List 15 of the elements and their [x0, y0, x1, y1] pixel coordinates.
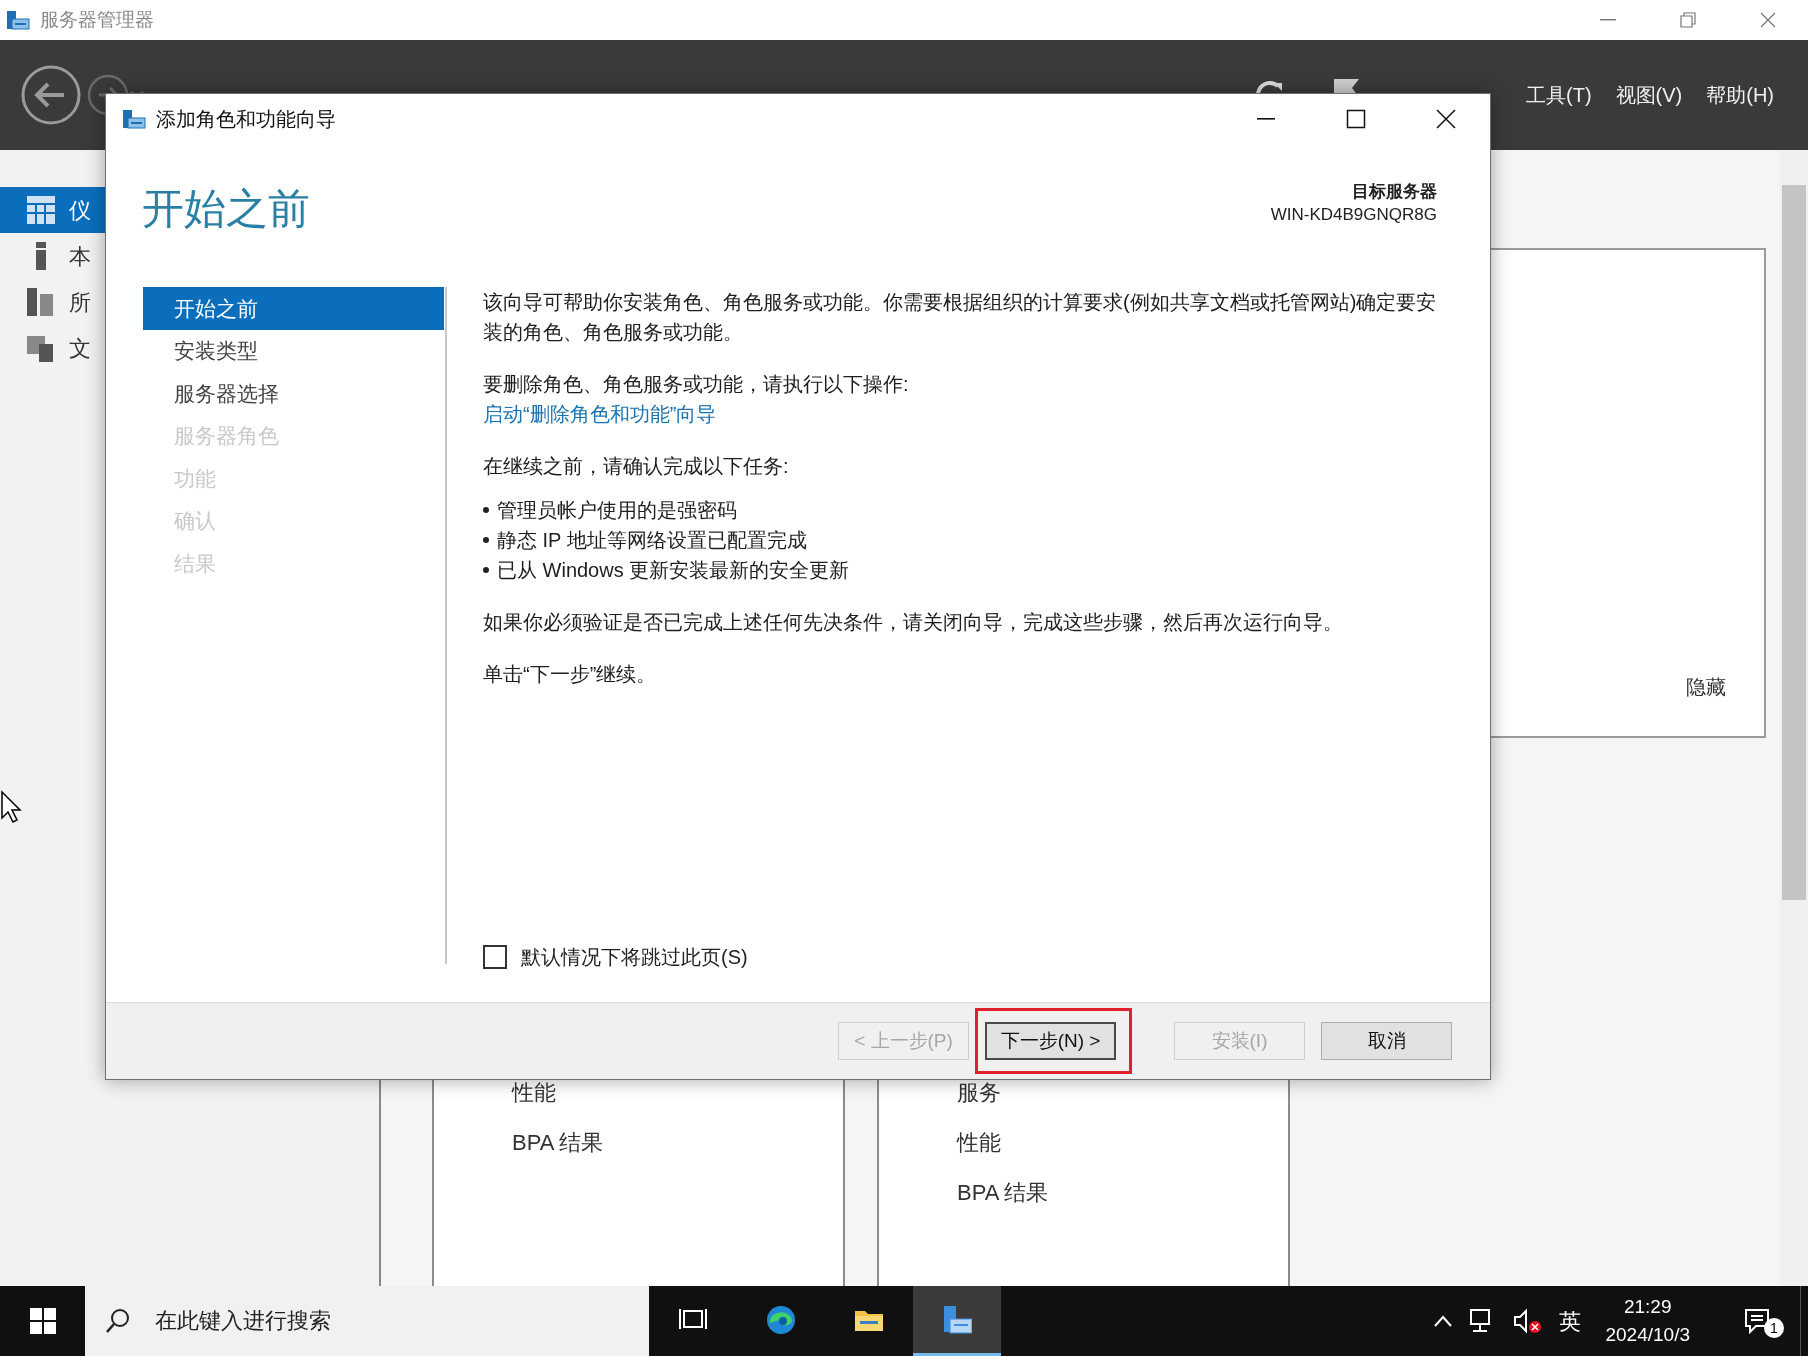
- body-text: 要删除角色、角色服务或功能，请执行以下操作:: [483, 372, 910, 397]
- dialog-title: 添加角色和功能向导: [156, 107, 336, 132]
- bullet-text: 管理员帐户使用的是强密码: [497, 498, 737, 523]
- target-server-name: WIN-KD4B9GNQR8G: [1270, 204, 1437, 226]
- body-text: 如果你必须验证是否已完成上述任何先决条件，请关闭向导，完成这些步骤，然后再次运行向导。: [483, 610, 1344, 635]
- checkbox-label: 默认情况下将跳过此页(S): [521, 945, 748, 970]
- window-title: 服务器管理器: [40, 7, 154, 32]
- target-server-label: 目标服务器: [1351, 181, 1437, 203]
- bullet-text: 已从 Windows 更新安装最新的安全更新: [497, 558, 850, 583]
- body-text: 单击“下一步”继续。: [483, 662, 658, 687]
- body-text: 该向导可帮助你安装角色、角色服务或功能。你需要根据组织的计算要求(例如共享文档或托管网站)确定要安装的角色、角色服务或功能。: [483, 290, 1438, 345]
- bullet-text: 静态 IP 地址等网络设置已配置完成: [497, 528, 807, 553]
- page-heading: 开始之前: [142, 184, 310, 234]
- notification-count: 1: [1764, 1318, 1784, 1338]
- body-text: 在继续之前，请确认完成以下任务:: [483, 454, 790, 479]
